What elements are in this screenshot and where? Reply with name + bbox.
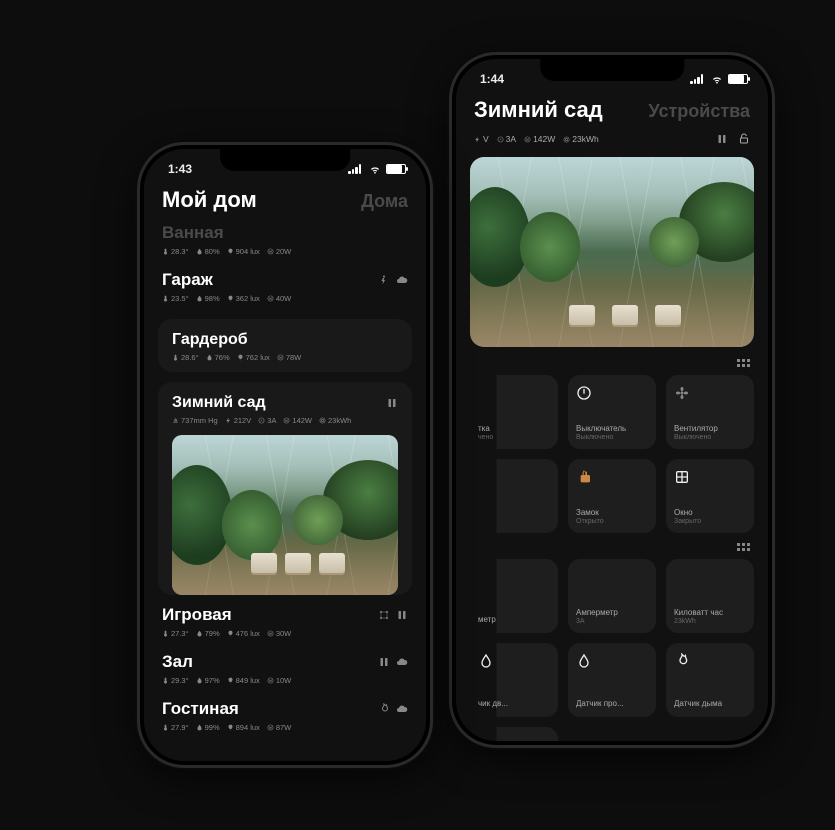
room-item[interactable]: Гостиная 27.9°99%894 lux87W xyxy=(144,699,426,746)
phone-right: 1:44 Зимний сад Устройства V 3A 142W 23k… xyxy=(452,55,772,745)
device-tile[interactable]: Датчик дыма xyxy=(666,643,754,717)
lock-icon xyxy=(576,469,592,485)
flame-icon xyxy=(674,653,690,669)
grid-view-icon[interactable] xyxy=(737,543,750,551)
column-icon xyxy=(396,609,408,621)
fan-icon xyxy=(674,385,690,401)
window-icon xyxy=(674,469,690,485)
tab-devices[interactable]: Устройства xyxy=(648,101,750,122)
status-time: 1:43 xyxy=(168,162,192,176)
device-tile[interactable]: ВентиляторВыключено xyxy=(666,375,754,449)
device-tile[interactable]: етр xyxy=(470,727,558,741)
drop2-icon xyxy=(576,653,592,669)
wifi-icon xyxy=(368,162,382,176)
motion-icon xyxy=(378,274,390,286)
room-item[interactable]: Гараж 23.5°98%362 lux40W xyxy=(144,270,426,317)
room-card-winter-garden[interactable]: Зимний сад 737mm Hg212V3A142W23kWh xyxy=(158,382,412,595)
signal-icon xyxy=(690,74,706,84)
power-icon xyxy=(576,385,592,401)
status-time: 1:44 xyxy=(480,72,504,86)
device-tile[interactable]: Киловатт час23kWh xyxy=(666,559,754,633)
device-tile[interactable]: ткачено xyxy=(470,375,558,449)
notch xyxy=(540,59,684,81)
flame-icon xyxy=(378,703,390,715)
room-card[interactable]: Гардероб 28.6°76%762 lux78W xyxy=(158,319,412,372)
signal-icon xyxy=(348,164,364,174)
unlock-icon[interactable] xyxy=(738,133,750,145)
device-tile[interactable]: ВыключательВыключено xyxy=(568,375,656,449)
device-tile[interactable] xyxy=(470,459,558,533)
device-tile[interactable]: Датчик про... xyxy=(568,643,656,717)
cloud-icon xyxy=(396,656,408,668)
notch xyxy=(220,149,350,171)
room-image xyxy=(172,435,398,595)
page-title: Мой дом xyxy=(162,187,257,213)
room-stats: V 3A 142W 23kWh xyxy=(456,133,768,153)
room-item[interactable]: Зал 29.3°97%849 lux10W xyxy=(144,652,426,699)
cloud-icon xyxy=(396,274,408,286)
column-icon xyxy=(386,397,398,409)
room-image[interactable] xyxy=(470,157,754,347)
room-item[interactable]: Игровая 27.3°79%476 lux30W xyxy=(144,605,426,652)
wifi-icon xyxy=(710,72,724,86)
drop-icon xyxy=(478,653,494,669)
grid-view-icon[interactable] xyxy=(737,359,750,367)
phone-left: 1:43 Мой дом Дома Ванная 28.3°80%904 lux… xyxy=(140,145,430,765)
tab-homes[interactable]: Дома xyxy=(361,191,408,212)
cloud-icon xyxy=(396,703,408,715)
room-item[interactable]: Ванная 28.3°80%904 lux20W xyxy=(144,223,426,270)
device-tile[interactable]: чик дв... xyxy=(470,643,558,717)
grid-icon xyxy=(378,609,390,621)
battery-icon xyxy=(386,164,406,174)
battery-icon xyxy=(728,74,748,84)
device-tile[interactable]: Амперметр3A xyxy=(568,559,656,633)
device-tile[interactable]: ЗамокОткрыто xyxy=(568,459,656,533)
column-icon xyxy=(378,656,390,668)
column-icon[interactable] xyxy=(716,133,728,145)
page-title: Зимний сад xyxy=(474,97,603,123)
device-tile[interactable]: метр xyxy=(470,559,558,633)
device-tile[interactable]: ОкноЗакрыто xyxy=(666,459,754,533)
